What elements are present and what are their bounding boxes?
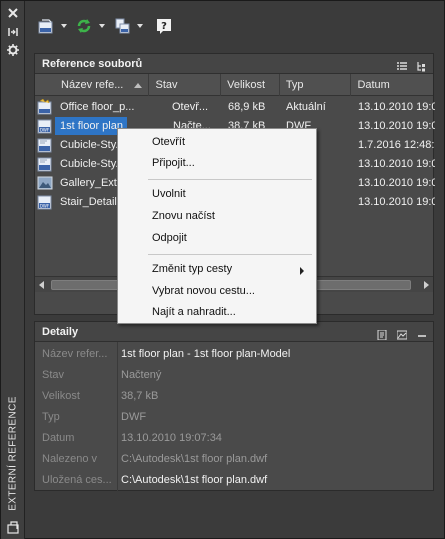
detail-row-name: Název refer... 1st floor plan - 1st floo…	[42, 348, 291, 360]
column-header-size[interactable]: Velikost	[221, 74, 280, 96]
attach-dwg-icon	[37, 17, 55, 35]
image-icon	[37, 175, 53, 191]
dwg-master-icon	[37, 98, 53, 115]
tree-view-icon[interactable]	[417, 59, 427, 72]
menu-item-open[interactable]: Otevřít	[152, 132, 185, 152]
refresh-button[interactable]	[75, 17, 105, 35]
column-header-status[interactable]: Stav	[149, 74, 222, 96]
svg-text:?: ?	[161, 21, 167, 32]
column-header-date[interactable]: Datum	[351, 74, 433, 96]
menu-item-reload[interactable]: Znovu načíst	[152, 206, 215, 226]
properties-gear-icon[interactable]	[6, 43, 20, 57]
change-path-icon	[113, 17, 131, 35]
detail-row-type: Typ DWF	[42, 411, 147, 423]
menu-separator	[148, 179, 312, 180]
details-panel: Detaily Název refer... 1st floor plan - …	[34, 321, 434, 492]
menu-item-select-new-path[interactable]: Vybrat novou cestu...	[152, 281, 255, 301]
detail-row-saved-path: Uložená ces... C:\Autodesk\1st floor pla…	[42, 474, 268, 486]
details-header: Detaily	[35, 322, 433, 342]
details-title: Detaily	[42, 326, 79, 338]
file-references-title: Reference souborů	[42, 58, 143, 70]
attach-dropdown-arrow-icon[interactable]	[61, 24, 67, 28]
svg-text:DWF: DWF	[40, 128, 50, 133]
column-header-name[interactable]: Název refe...	[35, 74, 150, 96]
attach-dwg-button[interactable]	[37, 17, 67, 35]
reference-row[interactable]: Office floor_p... Otevř... 68,9 kB Aktuá…	[35, 98, 435, 116]
submenu-arrow-icon	[300, 267, 304, 275]
details-view-icon[interactable]	[377, 327, 387, 341]
menu-item-detach[interactable]: Odpojit	[152, 228, 187, 248]
autohide-icon[interactable]	[6, 25, 20, 39]
menu-item-unload[interactable]: Uvolnit	[152, 184, 186, 204]
change-path-dropdown-arrow-icon[interactable]	[137, 24, 143, 28]
help-icon: ?	[155, 17, 173, 35]
reference-context-menu: Otevřít Připojit... Uvolnit Znovu načíst…	[117, 128, 317, 324]
menu-item-find-replace[interactable]: Najít a nahradit...	[152, 302, 236, 322]
scroll-left-arrow-icon[interactable]	[39, 281, 44, 289]
palette-vertical-title: EXTERNÍ REFERENCE	[7, 396, 19, 511]
dwg-icon	[37, 137, 53, 153]
scroll-right-arrow-icon[interactable]	[424, 281, 429, 289]
menu-item-change-path-type[interactable]: Změnit typ cesty	[152, 259, 232, 279]
change-path-button[interactable]	[113, 17, 143, 35]
list-view-icon[interactable]	[397, 59, 407, 70]
preview-view-icon[interactable]	[396, 327, 408, 340]
help-button[interactable]: ?	[155, 17, 173, 35]
dwf-icon: DWF	[37, 118, 53, 134]
close-icon[interactable]	[6, 6, 20, 20]
xref-palette: EXTERNÍ REFERENCE ? Reference souborů Ná…	[0, 0, 445, 539]
dwg-icon	[37, 156, 53, 172]
refresh-dropdown-arrow-icon[interactable]	[99, 24, 105, 28]
detail-row-status: Stav Načtený	[42, 369, 162, 381]
refresh-icon	[75, 17, 93, 35]
detail-row-found-at: Nalezeno v C:\Autodesk\1st floor plan.dw…	[42, 453, 268, 465]
sort-ascending-icon	[134, 83, 143, 88]
palette-title-bar[interactable]: EXTERNÍ REFERENCE	[1, 1, 25, 539]
menu-separator	[148, 254, 312, 255]
svg-text:DWF: DWF	[40, 204, 50, 209]
menu-item-attach[interactable]: Připojit...	[152, 153, 195, 173]
palette-app-icon	[6, 520, 20, 534]
file-references-header: Reference souborů	[35, 54, 433, 74]
reference-list-header: Název refe... Stav Velikost Typ Datum	[35, 74, 433, 96]
dwf-icon: DWF	[37, 194, 53, 210]
collapse-details-icon[interactable]	[417, 327, 427, 337]
xref-toolbar: ?	[33, 13, 433, 39]
column-header-type[interactable]: Typ	[280, 74, 352, 96]
detail-row-date: Datum 13.10.2010 19:07:34	[42, 432, 222, 444]
detail-row-size: Velikost 38,7 kB	[42, 390, 159, 402]
